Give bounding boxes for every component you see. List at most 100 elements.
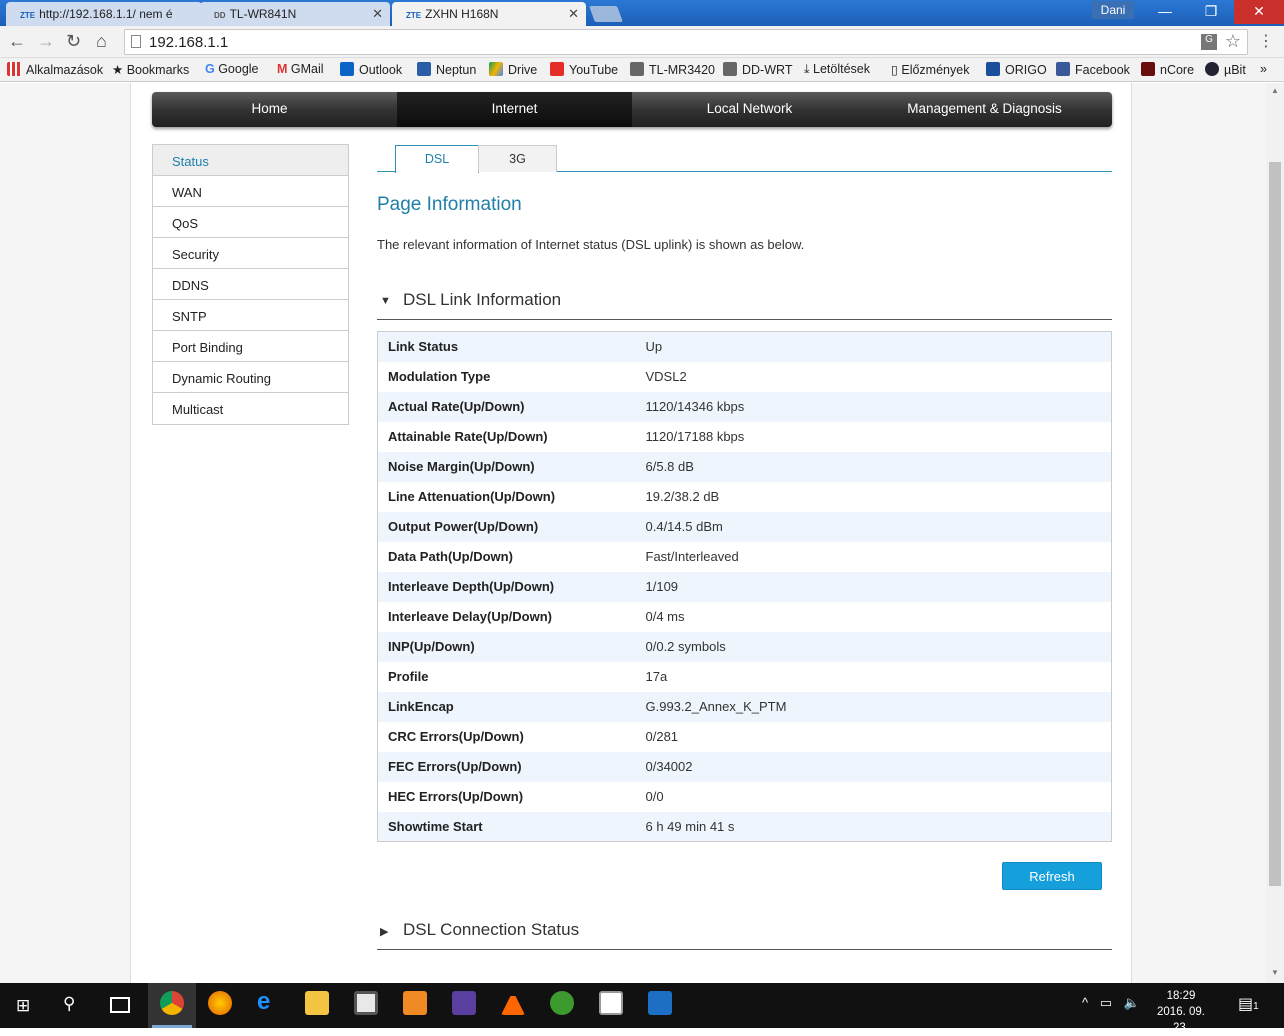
table-row: LinkEncap G.993.2_Annex_K_PTM xyxy=(377,691,1112,722)
tab-close-icon[interactable]: ✕ xyxy=(372,6,383,22)
row-label: Profile xyxy=(388,669,429,684)
bookmark-bookmarks[interactable]: ★ Bookmarks xyxy=(112,62,189,77)
tab-3g[interactable]: 3G xyxy=(478,145,557,172)
reload-icon[interactable]: ↻ xyxy=(66,31,81,52)
new-tab-button[interactable] xyxy=(589,6,623,22)
volume-icon[interactable]: 🔈 xyxy=(1124,995,1140,1010)
nav-internet[interactable]: Internet xyxy=(397,92,632,127)
star-icon: ★ xyxy=(112,63,127,77)
section-dsl-connection-status[interactable]: ▶ DSL Connection Status xyxy=(377,920,1112,950)
restore-button[interactable]: ❐ xyxy=(1188,0,1234,24)
notification-center-icon[interactable]: ▤1 xyxy=(1238,994,1259,1014)
address-bar[interactable]: 192.168.1.1 G ☆ xyxy=(124,29,1248,55)
app-icon[interactable] xyxy=(648,991,672,1015)
sidebar-item-wan[interactable]: WAN xyxy=(153,176,348,207)
forward-icon[interactable]: → xyxy=(37,31,55,52)
scroll-down-icon[interactable]: ▼ xyxy=(1266,968,1284,977)
photos-icon[interactable] xyxy=(599,991,623,1015)
bookmark-label: TL-MR3420 xyxy=(649,63,715,77)
save-icon[interactable] xyxy=(452,991,476,1015)
bookmark-label: µBit xyxy=(1224,63,1246,77)
store-icon[interactable] xyxy=(354,991,378,1015)
bookmarks-overflow-icon[interactable]: » xyxy=(1260,62,1267,76)
notification-count: 1 xyxy=(1253,1001,1259,1012)
sidebar-item-multicast[interactable]: Multicast xyxy=(153,393,348,424)
refresh-button[interactable]: Refresh xyxy=(1002,862,1102,890)
sidebar-item-dynamic-routing[interactable]: Dynamic Routing xyxy=(153,362,348,393)
url-text[interactable]: 192.168.1.1 xyxy=(149,34,228,51)
bookmark-history[interactable]: ▯ Előzmények xyxy=(891,62,969,77)
home-icon[interactable]: ⌂ xyxy=(96,31,107,52)
system-tray[interactable]: ^ ▭ 🔈 xyxy=(1082,995,1140,1011)
ddwrt-icon xyxy=(630,62,644,76)
bookmark-origo[interactable]: ORIGO xyxy=(986,62,1047,77)
nav-management[interactable]: Management & Diagnosis xyxy=(867,92,1102,127)
bookmark-google[interactable]: G Google xyxy=(205,62,259,76)
nav-local-network[interactable]: Local Network xyxy=(632,92,867,127)
bookmark-ncore[interactable]: nCore xyxy=(1141,62,1194,77)
section-title: DSL Connection Status xyxy=(403,920,580,939)
chrome-icon[interactable] xyxy=(160,991,184,1015)
bookmark-outlook[interactable]: Outlook xyxy=(340,62,402,77)
bookmark-apps[interactable]: Alkalmazások xyxy=(7,62,103,77)
tab-close-icon[interactable]: ✕ xyxy=(568,6,579,22)
utorrent-icon[interactable] xyxy=(550,991,574,1015)
bookmarks-bar: Alkalmazások ★ Bookmarks G Google M GMai… xyxy=(0,58,1284,82)
bookmark-downloads[interactable]: ⤓ Letöltések xyxy=(804,62,870,77)
section-dsl-link-information[interactable]: ▼ DSL Link Information xyxy=(377,290,1112,320)
neptun-icon xyxy=(417,62,431,76)
bookmark-dd-wrt[interactable]: DD-WRT xyxy=(723,62,792,77)
menu-icon[interactable]: ⋮ xyxy=(1258,31,1274,51)
vlc-icon[interactable] xyxy=(501,991,525,1015)
network-icon[interactable]: ▭ xyxy=(1100,995,1112,1010)
star-icon[interactable]: ☆ xyxy=(1225,31,1241,52)
chevron-up-icon[interactable]: ^ xyxy=(1082,995,1088,1010)
clock[interactable]: 18:29 2016. 09. 23. xyxy=(1150,988,1212,1036)
tab-title: http://192.168.1.1/ nem é xyxy=(39,7,173,21)
close-window-button[interactable]: ✕ xyxy=(1234,0,1284,24)
sidebar-item-status[interactable]: Status xyxy=(153,145,348,176)
translate-icon[interactable]: G xyxy=(1201,34,1217,50)
bookmark-mubit[interactable]: µBit xyxy=(1205,62,1246,77)
sidebar-item-sntp[interactable]: SNTP xyxy=(153,300,348,331)
bookmark-facebook[interactable]: Facebook xyxy=(1056,62,1130,77)
nav-home[interactable]: Home xyxy=(152,92,387,127)
bookmark-gmail[interactable]: M GMail xyxy=(277,62,324,76)
table-row: Data Path(Up/Down) Fast/Interleaved xyxy=(378,542,1112,572)
back-icon[interactable]: ← xyxy=(8,31,26,52)
browser-tab-1[interactable]: ZTE http://192.168.1.1/ nem é xyxy=(6,2,202,26)
bookmark-youtube[interactable]: YouTube xyxy=(550,62,618,77)
search-icon[interactable]: ⚲ xyxy=(63,994,75,1014)
task-view-icon[interactable] xyxy=(110,997,130,1013)
browser-toolbar: ← → ↻ ⌂ 192.168.1.1 G ☆ ⋮ xyxy=(0,26,1284,58)
file-explorer-icon[interactable] xyxy=(305,991,329,1015)
tab-dsl[interactable]: DSL xyxy=(395,145,479,173)
browser-tab-2[interactable]: DD TL-WR841N ✕ xyxy=(200,2,390,26)
row-label: LinkEncap xyxy=(388,699,454,714)
row-label: Modulation Type xyxy=(388,369,491,384)
zte-favicon-icon: ZTE xyxy=(406,11,422,20)
sidebar-item-security[interactable]: Security xyxy=(153,238,348,269)
bookmark-tl-mr3420[interactable]: TL-MR3420 xyxy=(630,62,715,77)
browser-tab-3[interactable]: ZTE ZXHN H168N ✕ xyxy=(392,2,586,26)
page-title: Page Information xyxy=(377,194,522,215)
firefox-icon[interactable] xyxy=(208,991,232,1015)
scrollbar-thumb[interactable] xyxy=(1269,162,1281,886)
mubit-icon xyxy=(1205,62,1219,76)
media-player-icon[interactable] xyxy=(403,991,427,1015)
edge-icon[interactable]: e xyxy=(257,988,281,1015)
sidebar-item-port-binding[interactable]: Port Binding xyxy=(153,331,348,362)
sub-tabs: DSL 3G xyxy=(377,145,1112,173)
minimize-button[interactable]: — xyxy=(1142,0,1188,24)
bookmark-label: ORIGO xyxy=(1005,63,1047,77)
clock-date: 2016. 09. 23. xyxy=(1157,1006,1205,1034)
bookmark-neptun[interactable]: Neptun xyxy=(417,62,476,77)
sidebar-item-qos[interactable]: QoS xyxy=(153,207,348,238)
profile-button[interactable]: Dani xyxy=(1092,1,1134,19)
sidebar-item-ddns[interactable]: DDNS xyxy=(153,269,348,300)
row-value: 1120/17188 kbps xyxy=(645,429,745,444)
scroll-up-icon[interactable]: ▲ xyxy=(1266,86,1284,95)
row-label: Output Power(Up/Down) xyxy=(388,519,539,534)
windows-start-icon[interactable]: ⊞ xyxy=(16,996,30,1016)
bookmark-drive[interactable]: Drive xyxy=(489,62,537,77)
